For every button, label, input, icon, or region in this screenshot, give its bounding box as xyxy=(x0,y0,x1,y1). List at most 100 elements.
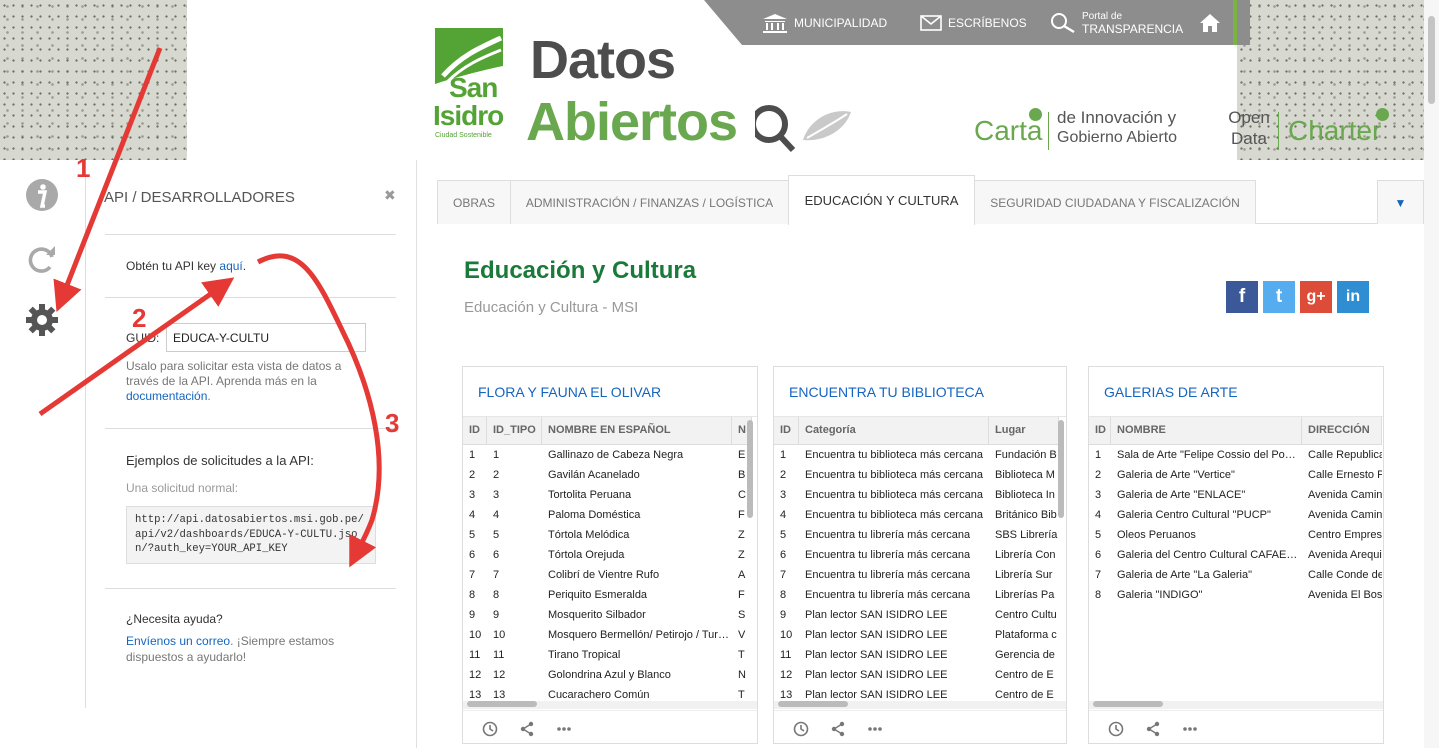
data-grid[interactable]: ID NOMBRE DIRECCIÓN 1 Sala de Arte "Felipe … xyxy=(1089,416,1383,701)
grid-vertical-scroll-thumb[interactable] xyxy=(1058,420,1064,518)
column-header[interactable]: Lugar xyxy=(989,417,1059,445)
data-grid[interactable]: ID ID_TIPO NOMBRE EN ESPAÑOL N 1 1 Gallinazo … xyxy=(463,416,757,701)
table-cell: 8 xyxy=(1095,589,1102,601)
table-cell: Encuentra tu librería más cercana xyxy=(805,529,971,541)
carta-innovacion-link[interactable]: Carta de Innovación y Gobierno Abierto xyxy=(974,104,1194,154)
grid-horizontal-scroll-thumb[interactable] xyxy=(1093,701,1163,707)
tab-seguridad[interactable]: SEGURIDAD CIUDADANA Y FISCALIZACIÓN xyxy=(974,180,1256,224)
divider xyxy=(105,588,396,589)
column-header[interactable]: ID_TIPO xyxy=(487,417,542,445)
table-row[interactable]: 5 Oleos Peruanos Centro Empresa xyxy=(1089,526,1382,546)
table-cell: 11 xyxy=(780,649,792,661)
table-row[interactable]: 12 12 Golondrina Azul y Blanco N xyxy=(463,666,752,686)
column-header[interactable]: NOMBRE xyxy=(1111,417,1302,445)
table-row[interactable]: 12 Plan lector SAN ISIDRO LEE Centro de E xyxy=(774,666,1059,686)
card-title[interactable]: ENCUENTRA TU BIBLIOTECA xyxy=(789,384,984,400)
table-row[interactable]: 4 4 Paloma Doméstica F xyxy=(463,506,752,526)
tab-administracion[interactable]: ADMINISTRACIÓN / FINANZAS / LOGÍSTICA xyxy=(510,180,789,224)
table-row[interactable]: 13 Plan lector SAN ISIDRO LEE Centro de E xyxy=(774,686,1059,701)
refresh-icon[interactable] xyxy=(24,241,60,277)
card-title[interactable]: GALERIAS DE ARTE xyxy=(1104,384,1238,400)
nav-home[interactable] xyxy=(1199,0,1227,45)
api-key-link[interactable]: aquí xyxy=(219,259,242,273)
table-row[interactable]: 9 Plan lector SAN ISIDRO LEE Centro Cultu xyxy=(774,606,1059,626)
page-scrollbar-thumb[interactable] xyxy=(1428,16,1435,104)
table-row[interactable]: 1 Encuentra tu biblioteca más cercana Fund… xyxy=(774,446,1059,466)
table-row[interactable]: 6 Galeria del Centro Cultural CAFAE… Aveni… xyxy=(1089,546,1382,566)
googleplus-share-icon[interactable]: g+ xyxy=(1300,281,1332,313)
grid-horizontal-scroll-thumb[interactable] xyxy=(778,701,848,707)
twitter-share-icon[interactable]: t xyxy=(1263,281,1295,313)
share-icon[interactable] xyxy=(830,721,846,737)
table-row[interactable]: 1 Sala de Arte "Felipe Cossio del Po… Call… xyxy=(1089,446,1382,466)
table-cell: Centro Empresa xyxy=(1308,529,1382,541)
table-row[interactable]: 11 11 Tirano Tropical T xyxy=(463,646,752,666)
close-icon[interactable]: ✖ xyxy=(384,187,396,204)
table-row[interactable]: 10 Plan lector SAN ISIDRO LEE Plataforma c xyxy=(774,626,1059,646)
table-row[interactable]: 3 3 Tortolita Peruana C xyxy=(463,486,752,506)
san-isidro-logo[interactable]: San Isidro Ciudad Sostenible xyxy=(433,26,509,144)
info-icon[interactable] xyxy=(24,177,60,213)
table-row[interactable]: 5 5 Tórtola Melódica Z xyxy=(463,526,752,546)
table-row[interactable]: 1 1 Gallinazo de Cabeza Negra E xyxy=(463,446,752,466)
tabs-more-dropdown[interactable]: ▼ xyxy=(1377,180,1424,224)
table-row[interactable]: 8 8 Periquito Esmeralda F xyxy=(463,586,752,606)
gear-icon[interactable] xyxy=(24,302,60,338)
table-row[interactable]: 10 10 Mosquero Bermellón/ Petirojo / Tur… V xyxy=(463,626,752,646)
share-icon[interactable] xyxy=(519,721,535,737)
more-options-icon[interactable] xyxy=(556,721,572,737)
share-icon[interactable] xyxy=(1145,721,1161,737)
column-header[interactable]: ID xyxy=(1089,417,1111,445)
table-row[interactable]: 5 Encuentra tu librería más cercana SBS Li… xyxy=(774,526,1059,546)
logo-tagline: Ciudad Sostenible xyxy=(435,132,492,139)
grid-horizontal-scroll-thumb[interactable] xyxy=(467,701,537,707)
table-row[interactable]: 8 Encuentra tu librería más cercana Librer… xyxy=(774,586,1059,606)
table-row[interactable]: 9 9 Mosquerito Silbador S xyxy=(463,606,752,626)
page-scrollbar[interactable] xyxy=(1424,0,1439,748)
table-row[interactable]: 3 Encuentra tu biblioteca más cercana Bibl… xyxy=(774,486,1059,506)
table-row[interactable]: 4 Galeria Centro Cultural "PUCP" Avenida C… xyxy=(1089,506,1382,526)
table-cell: 12 xyxy=(469,669,482,681)
api-example-code[interactable]: http://api.datosabiertos.msi.gob.pe/api/… xyxy=(126,506,376,564)
table-row[interactable]: 2 Galeria de Arte "Vertice" Calle Ernesto … xyxy=(1089,466,1382,486)
table-row[interactable]: 6 6 Tórtola Orejuda Z xyxy=(463,546,752,566)
table-row[interactable]: 3 Galeria de Arte "ENLACE" Avenida Camino xyxy=(1089,486,1382,506)
table-cell: Plan lector SAN ISIDRO LEE xyxy=(805,669,948,681)
column-header[interactable]: ID xyxy=(774,417,799,445)
table-row[interactable]: 8 Galeria "INDIGO" Avenida El Bosq xyxy=(1089,586,1382,606)
more-options-icon[interactable] xyxy=(1182,721,1198,737)
open-data-charter-link[interactable]: Open Data Charter xyxy=(1227,104,1397,154)
guid-field[interactable] xyxy=(166,323,366,352)
table-row[interactable]: 2 2 Gavilán Acanelado B xyxy=(463,466,752,486)
nav-escribenos[interactable]: ESCRÍBENOS xyxy=(920,0,1027,45)
nav-portal-transparencia[interactable]: Portal de TRANSPARENCIA xyxy=(1050,0,1183,45)
table-row[interactable]: 7 Encuentra tu librería más cercana Librer… xyxy=(774,566,1059,586)
column-header[interactable]: DIRECCIÓN xyxy=(1302,417,1382,445)
card-title[interactable]: FLORA Y FAUNA EL OLIVAR xyxy=(478,384,661,400)
table-cell: 8 xyxy=(493,589,500,601)
more-options-icon[interactable] xyxy=(867,721,883,737)
data-grid[interactable]: ID Categoría Lugar 1 Encuentra tu bibliotec… xyxy=(774,416,1066,701)
column-header[interactable]: NOMBRE EN ESPAÑOL xyxy=(542,417,732,445)
table-row[interactable]: 7 7 Colibrí de Vientre Rufo A xyxy=(463,566,752,586)
history-icon[interactable] xyxy=(482,721,498,737)
facebook-share-icon[interactable]: f xyxy=(1226,281,1258,313)
history-icon[interactable] xyxy=(793,721,809,737)
table-row[interactable]: 11 Plan lector SAN ISIDRO LEE Gerencia de xyxy=(774,646,1059,666)
tab-educacion-cultura[interactable]: EDUCACIÓN Y CULTURA xyxy=(788,175,975,225)
history-icon[interactable] xyxy=(1108,721,1124,737)
email-link[interactable]: Envíenos un correo xyxy=(126,634,230,648)
table-row[interactable]: 13 13 Cucarachero Común T xyxy=(463,686,752,701)
grid-vertical-scroll-thumb[interactable] xyxy=(747,420,753,518)
documentation-link[interactable]: documentación xyxy=(126,389,207,403)
column-header[interactable]: Categoría xyxy=(799,417,989,445)
table-row[interactable]: 6 Encuentra tu librería más cercana Librer… xyxy=(774,546,1059,566)
column-header[interactable]: ID xyxy=(463,417,487,445)
tab-obras[interactable]: OBRAS xyxy=(437,180,511,224)
table-row[interactable]: 4 Encuentra tu biblioteca más cercana Brit… xyxy=(774,506,1059,526)
table-row[interactable]: 2 Encuentra tu biblioteca más cercana Bibl… xyxy=(774,466,1059,486)
linkedin-share-icon[interactable]: in xyxy=(1337,281,1369,313)
table-cell: 7 xyxy=(780,569,787,581)
nav-municipalidad[interactable]: MUNICIPALIDAD xyxy=(762,0,887,45)
table-row[interactable]: 7 Galeria de Arte "La Galeria" Calle Conde… xyxy=(1089,566,1382,586)
